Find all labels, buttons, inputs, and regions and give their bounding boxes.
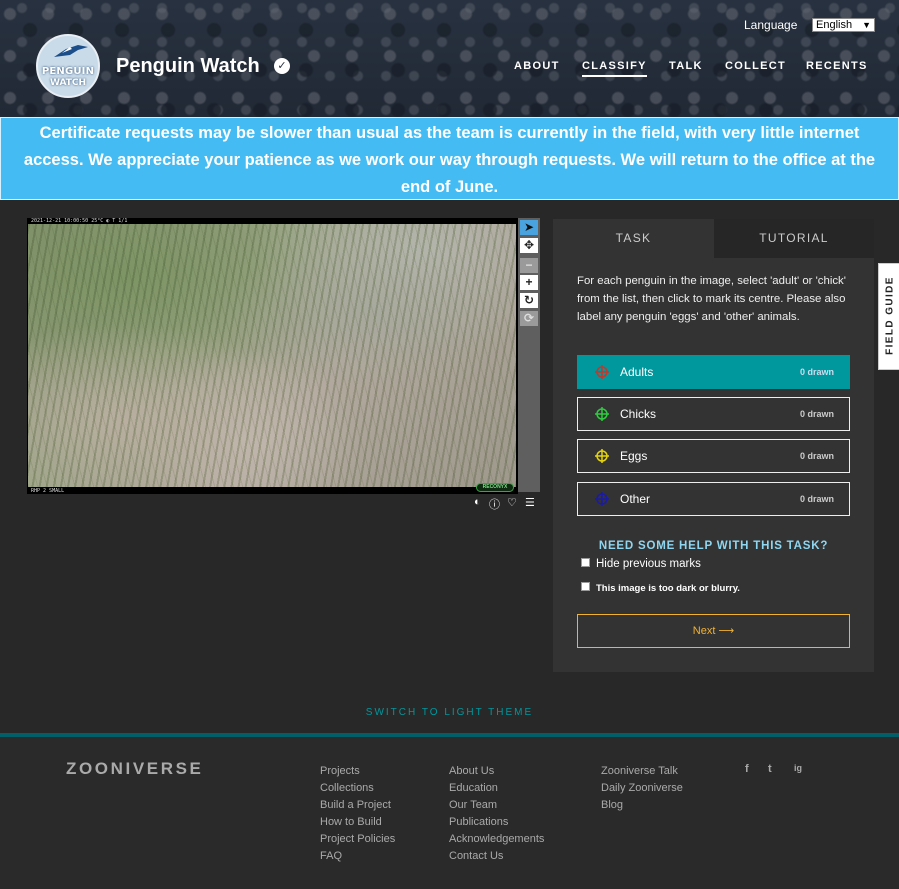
tab-tutorial[interactable]: TUTORIAL: [714, 219, 874, 258]
footer-link[interactable]: Our Team: [449, 797, 544, 814]
footer-link[interactable]: Projects: [320, 763, 395, 780]
zooniverse-logo[interactable]: ZOONIVERSE: [66, 759, 203, 779]
logo-text-line1: PENGUIN: [41, 66, 95, 77]
field-guide-label: FIELD GUIDE: [884, 276, 896, 355]
tool-option-eggs[interactable]: Eggs 0 drawn: [577, 439, 850, 473]
footer-link[interactable]: Contact Us: [449, 848, 544, 865]
info-icon[interactable]: ⓘ: [489, 496, 500, 512]
nav-classify[interactable]: CLASSIFY: [582, 60, 647, 77]
footer-link[interactable]: About Us: [449, 763, 544, 780]
pointer-icon[interactable]: ➤: [520, 220, 538, 235]
footer-column-talk: Zooniverse Talk Daily Zooniverse Blog: [601, 763, 683, 814]
footer-link[interactable]: Build a Project: [320, 797, 395, 814]
collections-list-icon[interactable]: ☰: [525, 496, 535, 509]
too-dark-checkbox[interactable]: [581, 582, 590, 591]
site-footer: ZOONIVERSE Projects Collections Build a …: [0, 733, 899, 889]
tool-option-count: 0 drawn: [799, 494, 834, 504]
nav-talk[interactable]: TALK: [669, 60, 703, 72]
footer-link[interactable]: FAQ: [320, 848, 395, 865]
footer-link[interactable]: Zooniverse Talk: [601, 763, 683, 780]
footer-link[interactable]: Publications: [449, 814, 544, 831]
task-panel: TASK TUTORIAL For each penguin in the im…: [553, 219, 874, 672]
favorite-heart-icon[interactable]: ♡: [507, 496, 517, 509]
crosshair-icon: [595, 365, 609, 379]
verified-badge-icon: ✓: [274, 58, 290, 74]
subject-image[interactable]: [28, 224, 516, 487]
hide-marks-label: Hide previous marks: [596, 558, 701, 570]
twitter-icon[interactable]: t: [768, 763, 772, 775]
tool-option-count: 0 drawn: [799, 409, 834, 419]
footer-link[interactable]: Daily Zooniverse: [601, 780, 683, 797]
penguin-bird-icon: [54, 45, 88, 57]
logo-text-line2: WATCH: [49, 78, 87, 88]
project-title[interactable]: Penguin Watch: [116, 55, 260, 78]
hide-marks-checkbox[interactable]: [581, 558, 590, 567]
announcement-banner: Certificate requests may be slower than …: [0, 117, 899, 200]
footer-column-projects: Projects Collections Build a Project How…: [320, 763, 395, 865]
pan-icon[interactable]: ✥: [520, 238, 538, 253]
footer-link[interactable]: Acknowledgements: [449, 831, 544, 848]
nav-recents[interactable]: RECENTS: [806, 60, 868, 72]
camera-brand-logo: RECONYX: [476, 483, 514, 492]
crosshair-icon: [595, 492, 609, 506]
zoom-out-icon[interactable]: −: [520, 258, 538, 273]
nav-about[interactable]: ABOUT: [514, 60, 560, 72]
language-select[interactable]: English ▼: [812, 18, 875, 32]
facebook-icon[interactable]: f: [745, 763, 749, 775]
zoom-in-icon[interactable]: +: [520, 275, 538, 290]
project-logo[interactable]: PENGUIN WATCH: [36, 34, 100, 98]
chevron-down-icon: ▼: [862, 20, 871, 30]
footer-link[interactable]: Education: [449, 780, 544, 797]
tool-option-chicks[interactable]: Chicks 0 drawn: [577, 397, 850, 431]
language-selected-value: English: [816, 19, 853, 31]
tool-option-label: Chicks: [620, 407, 657, 421]
project-header: PENGUIN WATCH Penguin Watch ✓ Language E…: [0, 0, 899, 117]
tool-option-adults[interactable]: Adults 0 drawn: [577, 355, 850, 389]
tool-option-count: 0 drawn: [799, 451, 834, 461]
footer-column-about: About Us Education Our Team Publications…: [449, 763, 544, 865]
tool-option-label: Eggs: [620, 449, 648, 463]
contrast-icon[interactable]: ◐: [474, 496, 481, 508]
tool-option-other[interactable]: Other 0 drawn: [577, 482, 850, 516]
rotate-icon[interactable]: ↻: [520, 293, 538, 308]
camera-metadata-bottom: RHP 2 SMALL: [31, 488, 65, 494]
instagram-icon[interactable]: ig: [794, 763, 802, 773]
crosshair-icon: [595, 449, 609, 463]
too-dark-label: This image is too dark or blurry.: [596, 583, 740, 594]
nav-collect[interactable]: COLLECT: [725, 60, 786, 72]
switch-theme-link[interactable]: SWITCH TO LIGHT THEME: [0, 707, 899, 718]
next-button[interactable]: Next ⟶: [577, 614, 850, 648]
crosshair-icon: [595, 407, 609, 421]
reset-icon[interactable]: ⟳: [520, 311, 538, 326]
tab-task[interactable]: TASK: [553, 219, 714, 258]
footer-link[interactable]: Collections: [320, 780, 395, 797]
footer-link[interactable]: How to Build: [320, 814, 395, 831]
footer-link[interactable]: Blog: [601, 797, 683, 814]
image-toolbar: ➤ ✥ − + ↻ ⟳: [518, 218, 540, 492]
language-label: Language: [744, 18, 798, 32]
tool-option-label: Other: [620, 492, 651, 506]
footer-link[interactable]: Project Policies: [320, 831, 395, 848]
tool-option-label: Adults: [620, 365, 654, 379]
task-instructions: For each penguin in the image, select 'a…: [577, 275, 846, 323]
task-help-link[interactable]: NEED SOME HELP WITH THIS TASK?: [553, 540, 874, 552]
subject-viewer[interactable]: 2021-12-21 10:00:50 25°C ◐ T 1/1 RHP 2 S…: [27, 218, 518, 494]
tool-option-count: 0 drawn: [799, 367, 834, 377]
field-guide-tab[interactable]: FIELD GUIDE: [878, 263, 899, 370]
